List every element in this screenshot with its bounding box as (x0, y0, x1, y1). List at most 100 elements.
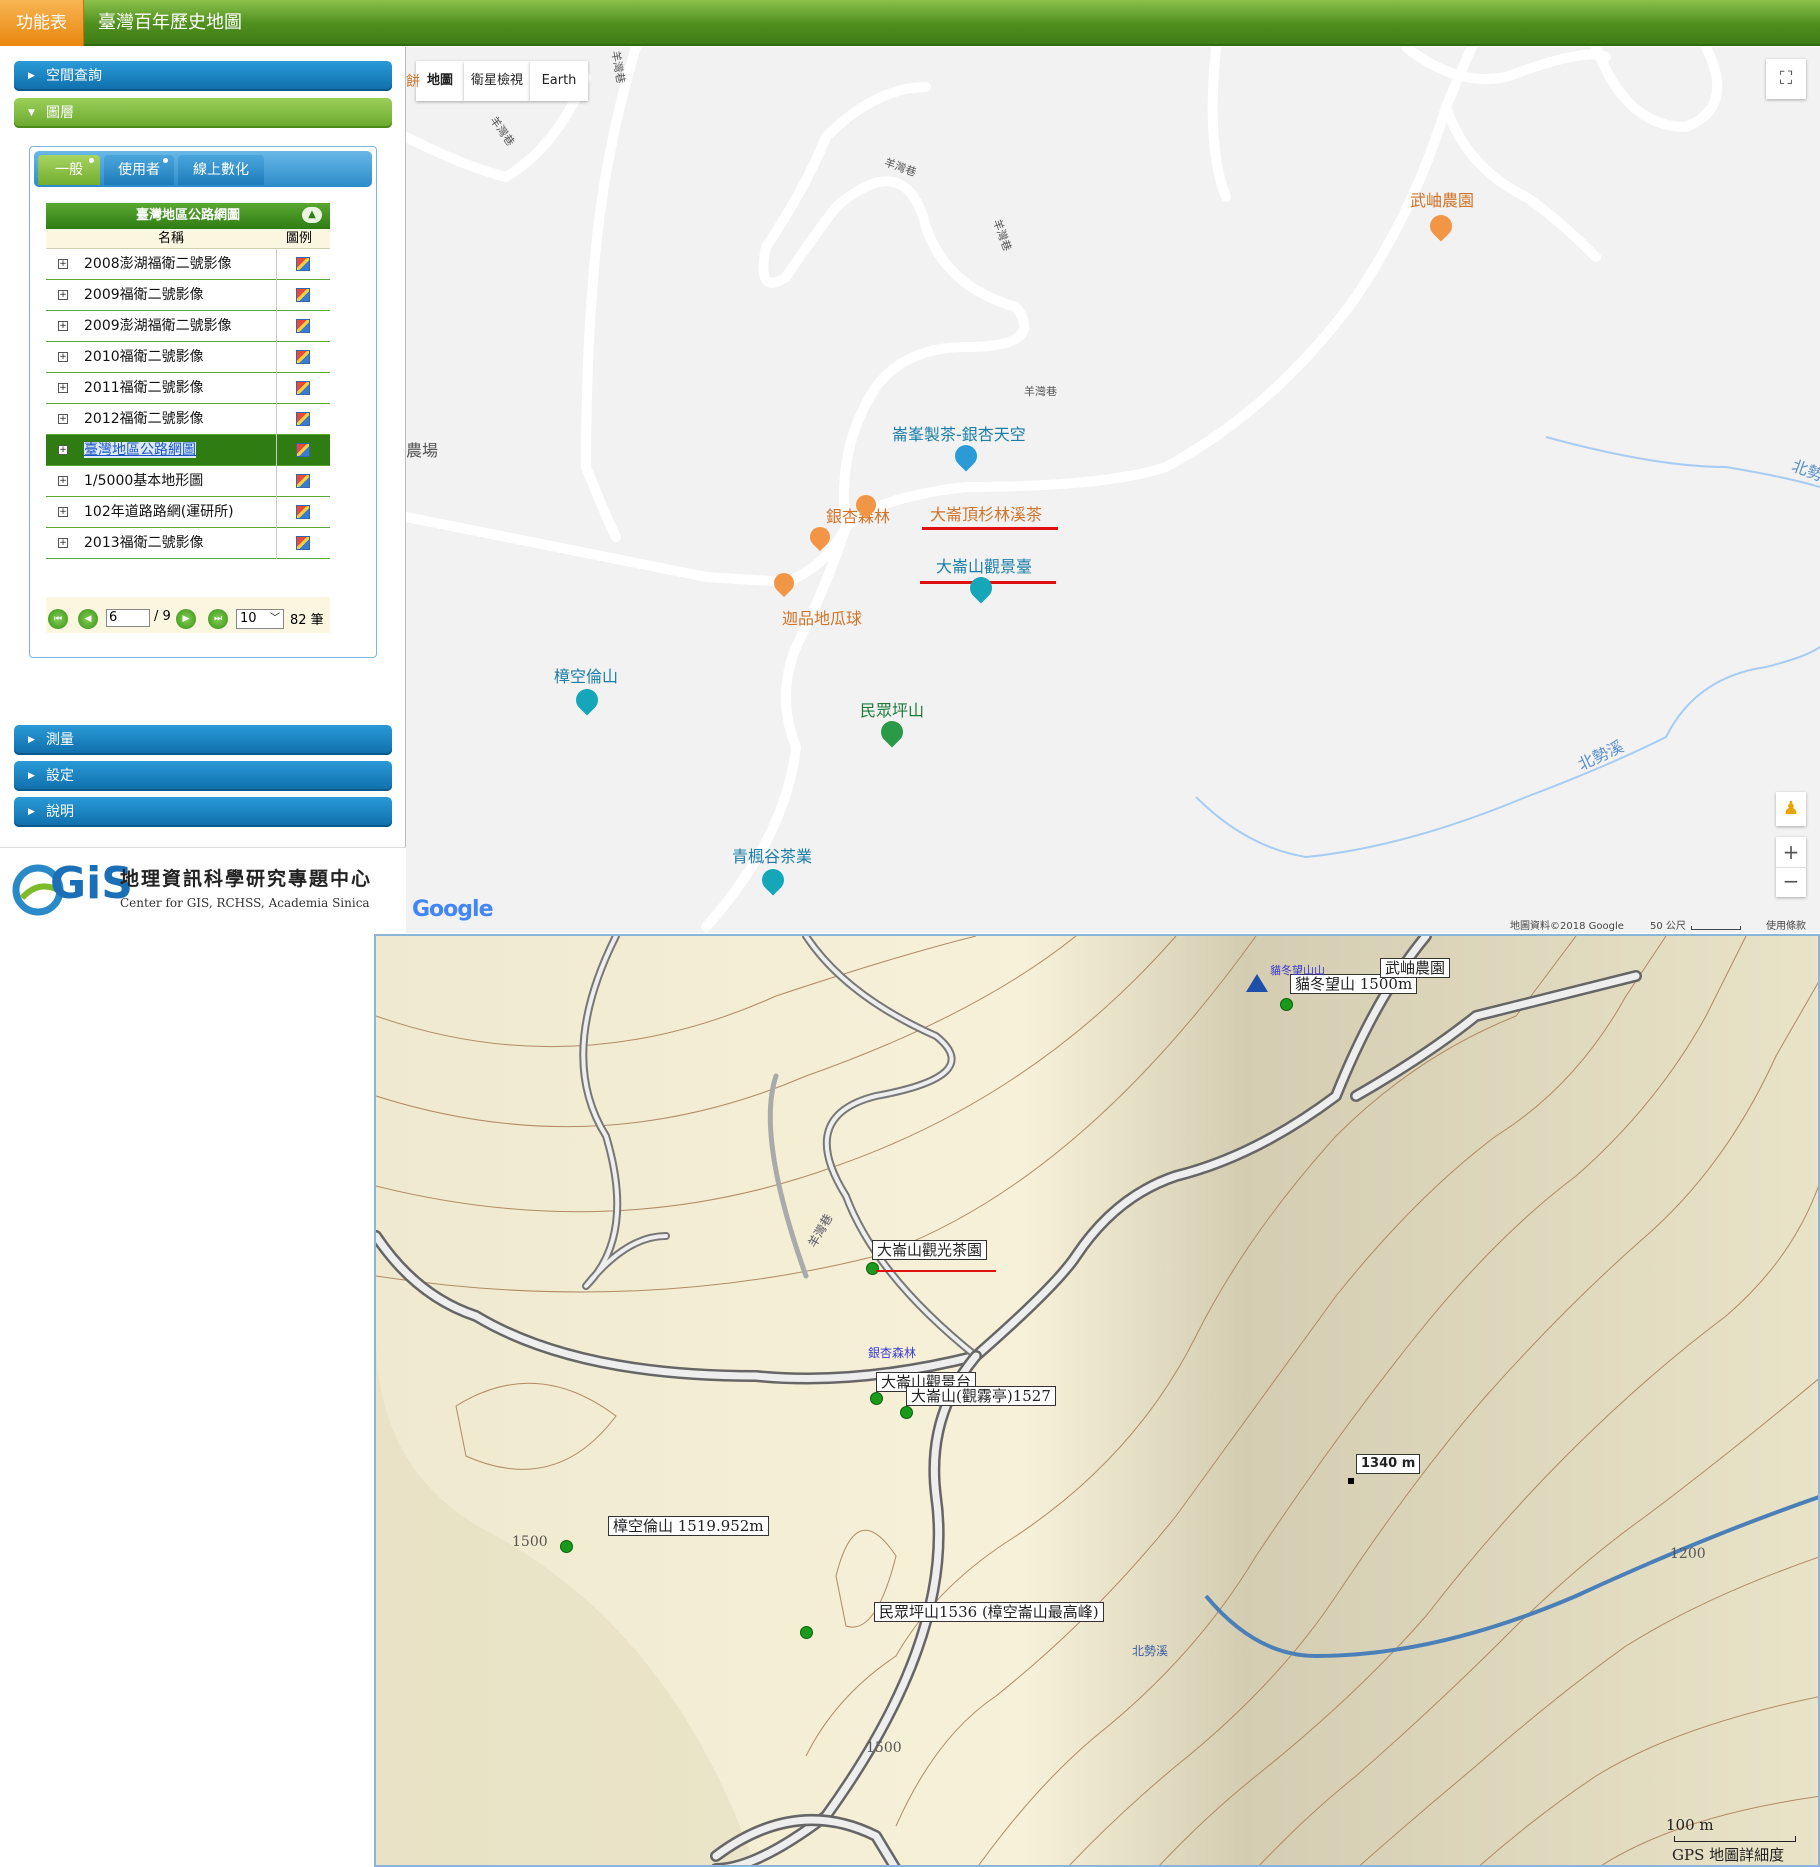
waypoint-label[interactable]: 大崙山觀光茶園 (872, 1240, 988, 1260)
app-title: 臺灣百年歷史地圖 (98, 12, 242, 33)
waypoint-icon[interactable] (560, 1540, 573, 1553)
accordion-layers[interactable]: ▼ 圖層 (14, 98, 392, 128)
waypoint-icon[interactable] (1280, 998, 1293, 1011)
expand-icon[interactable]: + (58, 507, 68, 517)
layer-row[interactable]: +2009澎湖福衛二號影像 (46, 311, 330, 342)
poi-label[interactable]: 迦品地瓜球 (782, 605, 862, 629)
poi-label[interactable]: 民眾坪山 (860, 697, 924, 721)
layer-row[interactable]: +102年道路路網(運研所) (46, 497, 330, 528)
layer-row[interactable]: +2009福衛二號影像 (46, 280, 330, 311)
topo-terrain (376, 936, 1818, 1865)
waypoint-icon[interactable] (866, 1262, 879, 1275)
legend-icon[interactable] (296, 381, 310, 395)
layer-panel: 一般 使用者 線上數化 臺灣地區公路網圖 ▲ 名稱 圖例 +2008澎湖福衛二號影… (29, 146, 377, 658)
waypoint-icon[interactable] (870, 1392, 883, 1405)
spot-height-icon (1348, 1478, 1354, 1484)
terms-link[interactable]: 使用條款 (1766, 917, 1806, 932)
accordion-settings[interactable]: ▶ 設定 (14, 761, 392, 791)
google-map[interactable]: 地圖 衛星檢視 Earth ⛶ ♟ + − 崙峯製茶-銀杏天空 銀杏森林 大崙頂… (406, 47, 1820, 933)
map-type-satellite[interactable]: 衛星檢視 (464, 61, 530, 101)
road-label: 羊灣巷 (1024, 385, 1057, 398)
layer-row[interactable]: +2010福衛二號影像 (46, 342, 330, 373)
first-page-button[interactable]: ⏮ (48, 609, 68, 629)
river-label: 北勢溪 (1132, 1644, 1169, 1658)
legend-icon[interactable] (296, 505, 310, 519)
legend-icon[interactable] (296, 443, 310, 457)
topo-scale: 100 m (1666, 1816, 1714, 1834)
fullscreen-icon[interactable]: ⛶ (1766, 59, 1806, 99)
accordion-measure[interactable]: ▶ 測量 (14, 725, 392, 755)
expand-icon[interactable]: + (58, 414, 68, 424)
layer-row[interactable]: +2011福衛二號影像 (46, 373, 330, 404)
poi-label[interactable]: 崙峯製茶-銀杏天空 (892, 421, 1026, 445)
place-label: 餅 (406, 74, 420, 90)
contour-label: 1200 (1670, 1546, 1706, 1562)
expand-icon[interactable]: + (58, 445, 68, 455)
expand-icon[interactable]: + (58, 352, 68, 362)
map-type-earth[interactable]: Earth (530, 61, 588, 101)
legend-icon[interactable] (296, 412, 310, 426)
poi-label[interactable]: 武岫農園 (1410, 187, 1474, 211)
map-attribution: 地圖資料©2018 Google (1510, 921, 1624, 932)
red-underline (876, 1270, 996, 1272)
expand-icon[interactable]: + (58, 383, 68, 393)
menu-button[interactable]: 功能表 (0, 0, 84, 46)
layer-row[interactable]: +2013福衛二號影像 (46, 528, 330, 559)
chevron-right-icon: ▶ (28, 771, 35, 781)
last-page-button[interactable]: ⏭ (208, 609, 228, 629)
accordion-help[interactable]: ▶ 說明 (14, 797, 392, 827)
accordion-label: 圖層 (46, 105, 74, 121)
layer-row[interactable]: +2012福衛二號影像 (46, 404, 330, 435)
page-input[interactable]: 6 (106, 609, 150, 627)
map-type-map[interactable]: 地圖 (416, 61, 464, 101)
chevron-right-icon: ▶ (28, 71, 35, 81)
sidebar: ▶ 空間查詢 ▼ 圖層 一般 使用者 線上數化 臺灣地區公路網圖 ▲ 名稱 圖例 +2… (0, 47, 406, 847)
place-label: 農場 (406, 441, 439, 460)
expand-icon[interactable]: + (58, 259, 68, 269)
tab-user[interactable]: 使用者 (104, 155, 174, 185)
per-page-select[interactable]: 10 ﹀ (236, 609, 284, 629)
zoom-control: + − (1776, 837, 1806, 897)
scale-bar (1691, 926, 1741, 930)
legend-icon[interactable] (296, 288, 310, 302)
poi-label[interactable]: 大崙山觀景臺 (936, 553, 1032, 577)
accordion-label: 空間查詢 (46, 68, 102, 84)
tab-online-digitize[interactable]: 線上數化 (178, 155, 264, 185)
logo-subtitle: Center for GIS, RCHSS, Academia Sinica (120, 896, 370, 910)
collapse-icon[interactable]: ▲ (302, 207, 322, 223)
prev-page-button[interactable]: ◀ (78, 609, 98, 629)
poi-label[interactable]: 青楓谷茶業 (732, 843, 812, 867)
record-count: 82 筆 (290, 613, 324, 628)
waypoint-label[interactable]: 民眾坪山1536 (樟空崙山最高峰) (874, 1602, 1104, 1622)
legend-icon[interactable] (296, 257, 310, 271)
layer-row[interactable]: +1/5000基本地形圖 (46, 466, 330, 497)
gis-logo: GiS 地理資訊科學研究專題中心 Center for GIS, RCHSS, … (0, 847, 406, 933)
waypoint-label[interactable]: 武岫農園 (1380, 958, 1451, 978)
poi-label: 銀杏森林 (868, 1346, 917, 1360)
street-view-icon[interactable]: ♟ (1776, 792, 1806, 826)
layer-row[interactable]: + 臺灣地區公路網圖 (46, 435, 330, 466)
layer-row[interactable]: +2008澎湖福衛二號影像 (46, 249, 330, 280)
poi-label[interactable]: 大崙頂杉林溪茶 (930, 501, 1042, 525)
waypoint-icon[interactable] (900, 1406, 913, 1419)
mountain-icon (1246, 974, 1268, 992)
poi-label[interactable]: 樟空倫山 (554, 663, 618, 687)
expand-icon[interactable]: + (58, 321, 68, 331)
next-page-button[interactable]: ▶ (176, 609, 196, 629)
chevron-right-icon: ▶ (28, 807, 35, 817)
expand-icon[interactable]: + (58, 476, 68, 486)
legend-icon[interactable] (296, 319, 310, 333)
expand-icon[interactable]: + (58, 538, 68, 548)
legend-icon[interactable] (296, 474, 310, 488)
zoom-out-button[interactable]: − (1776, 867, 1806, 897)
waypoint-label[interactable]: 大崙山(觀霧亭)1527 (906, 1386, 1056, 1406)
zoom-in-button[interactable]: + (1776, 837, 1806, 867)
accordion-spatial-query[interactable]: ▶ 空間查詢 (14, 61, 392, 91)
legend-icon[interactable] (296, 350, 310, 364)
legend-icon[interactable] (296, 536, 310, 550)
expand-icon[interactable]: + (58, 290, 68, 300)
waypoint-icon[interactable] (800, 1626, 813, 1639)
tab-general[interactable]: 一般 (38, 155, 100, 185)
gps-topo-map[interactable]: 大崙山觀光茶園 大崙山觀景台 大崙山(觀霧亭)1527 樟空倫山 1519.95… (374, 934, 1820, 1867)
waypoint-label[interactable]: 樟空倫山 1519.952m (608, 1516, 769, 1536)
